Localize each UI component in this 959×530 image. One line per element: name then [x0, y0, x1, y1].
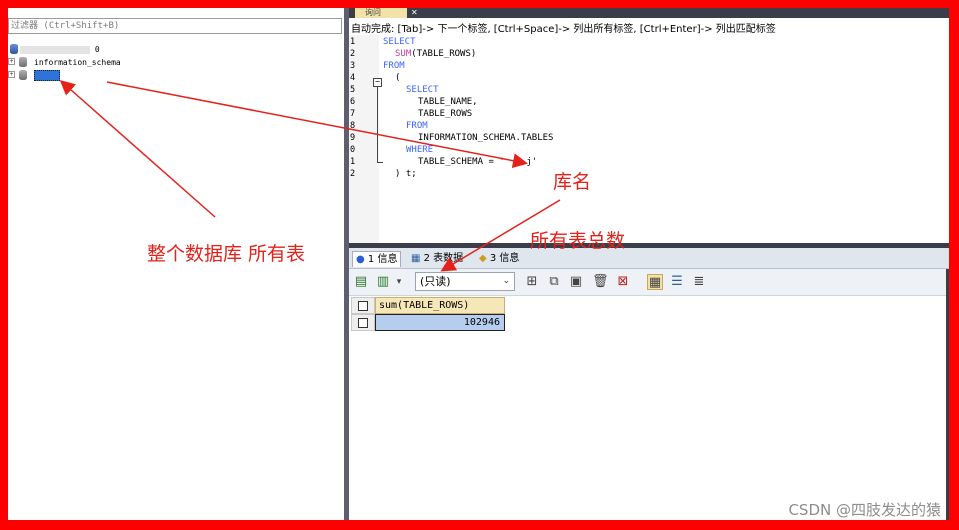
autocomplete-hint: 自动完成: [Tab]-> 下一个标签, [Ctrl+Space]-> 列出所有…: [351, 24, 776, 35]
selected-db-label: [34, 70, 60, 81]
code-line-7: TABLE_ROWS: [418, 109, 473, 119]
code-line-1: SELECT: [383, 37, 416, 47]
result-value-cell[interactable]: 102946: [375, 314, 505, 331]
fold-guide-end: [377, 162, 383, 163]
chevron-down-icon[interactable]: ▾: [391, 274, 407, 290]
watermark: CSDN @四肢发达的猿: [788, 501, 941, 519]
chevron-down-icon: ⌄: [502, 276, 510, 286]
line-number: 6: [350, 97, 356, 107]
expand-icon[interactable]: +: [8, 71, 15, 78]
code-line-10: WHERE: [406, 145, 434, 155]
sql-editor[interactable]: 1 2 3 4 5 6 7 8 9 0 1 2 − SELECT SUM(TABLE_ROWS) FR…: [349, 35, 949, 243]
code-line-12: ) t;: [395, 169, 417, 179]
line-number: 5: [350, 85, 356, 95]
select-all-checkbox[interactable]: [358, 301, 368, 311]
line-number: 1: [350, 157, 356, 167]
row-checkbox[interactable]: [358, 318, 368, 328]
code-line-9: INFORMATION_SCHEMA.TABLES: [418, 133, 554, 143]
annotation-total-rows: 所有表总数: [530, 230, 626, 252]
code-line-3: FROM: [383, 61, 405, 71]
code-line-5: SELECT: [406, 85, 439, 95]
line-number: 1: [350, 37, 356, 47]
query-tab-label: 询问: [365, 8, 381, 17]
tree-item-label: information_schema: [34, 58, 121, 67]
line-number: 7: [350, 109, 356, 119]
line-number: 8: [350, 121, 356, 131]
grid-view-icon[interactable]: ▦: [647, 274, 663, 290]
info-icon: ●: [356, 254, 365, 265]
filter-input[interactable]: 过滤器 (Ctrl+Shift+B): [8, 18, 342, 34]
row-checkbox-cell: [351, 314, 375, 331]
expand-icon[interactable]: +: [8, 58, 15, 65]
table-icon: ▦: [411, 253, 421, 264]
tab-table-data[interactable]: ▦ 2 表数据: [411, 251, 463, 267]
line-number: 9: [350, 133, 356, 143]
database-icon: [19, 57, 27, 67]
copy-row-icon[interactable]: ⧉: [546, 274, 562, 290]
database-icon: [19, 70, 27, 80]
close-icon[interactable]: ✕: [411, 8, 418, 18]
code-line-6: TABLE_NAME,: [418, 97, 478, 107]
code-line-4: (: [395, 73, 401, 83]
tab-query[interactable]: 询问: [355, 8, 407, 18]
tab-info-3[interactable]: ◆ 3 信息: [479, 251, 519, 267]
cancel-icon[interactable]: ⊠: [615, 274, 631, 290]
text-view-icon[interactable]: ≣: [691, 274, 707, 290]
code-line-8: FROM: [406, 121, 428, 131]
database-icon: [10, 44, 18, 54]
right-edge-bar: [946, 269, 949, 520]
tree-item-label: 0: [94, 45, 100, 54]
save-icon[interactable]: ▣: [568, 274, 584, 290]
redacted-name: [20, 45, 90, 54]
query-pane: 询问 ✕ 自动完成: [Tab]-> 下一个标签, [Ctrl+Space]->…: [349, 8, 949, 520]
line-number: 0: [350, 145, 356, 155]
info-icon: ◆: [479, 253, 487, 264]
result-toolbar: ▤ ▥ ▾ (只读) ⌄ ⊞ ⧉ ▣ 🗑 ⊠ ▦ ☰ ≣: [349, 269, 949, 296]
line-number: 3: [350, 61, 356, 71]
fold-guide: [377, 87, 378, 163]
add-row-icon[interactable]: ⊞: [524, 274, 540, 290]
line-number: 4: [350, 73, 356, 83]
annotation-db-name: 库名: [553, 171, 592, 193]
fold-collapse-icon[interactable]: −: [373, 78, 382, 87]
export-icon[interactable]: ▤: [353, 274, 369, 290]
line-number: 2: [350, 169, 356, 179]
code-line-11: TABLE_SCHEMA = ' j': [418, 157, 538, 167]
form-view-icon[interactable]: ☰: [669, 274, 685, 290]
tab-info-1[interactable]: ● 1 信息: [352, 251, 402, 267]
annotation-whole-db: 整个数据库 所有表: [147, 243, 306, 265]
line-number: 2: [350, 49, 356, 59]
column-header[interactable]: sum(TABLE_ROWS): [375, 297, 505, 314]
tree-item-target-db[interactable]: +: [8, 69, 68, 82]
header-checkbox-cell: [351, 297, 375, 314]
code-line-2: SUM(TABLE_ROWS): [395, 49, 477, 59]
result-tab-bar: ● 1 信息 ▦ 2 表数据 ◆ 3 信息: [349, 248, 949, 269]
import-icon[interactable]: ▥: [375, 274, 391, 290]
delete-icon[interactable]: 🗑: [592, 274, 609, 290]
readonly-mode-select[interactable]: (只读) ⌄: [415, 272, 515, 291]
editor-tab-bar: 询问 ✕: [349, 8, 949, 18]
